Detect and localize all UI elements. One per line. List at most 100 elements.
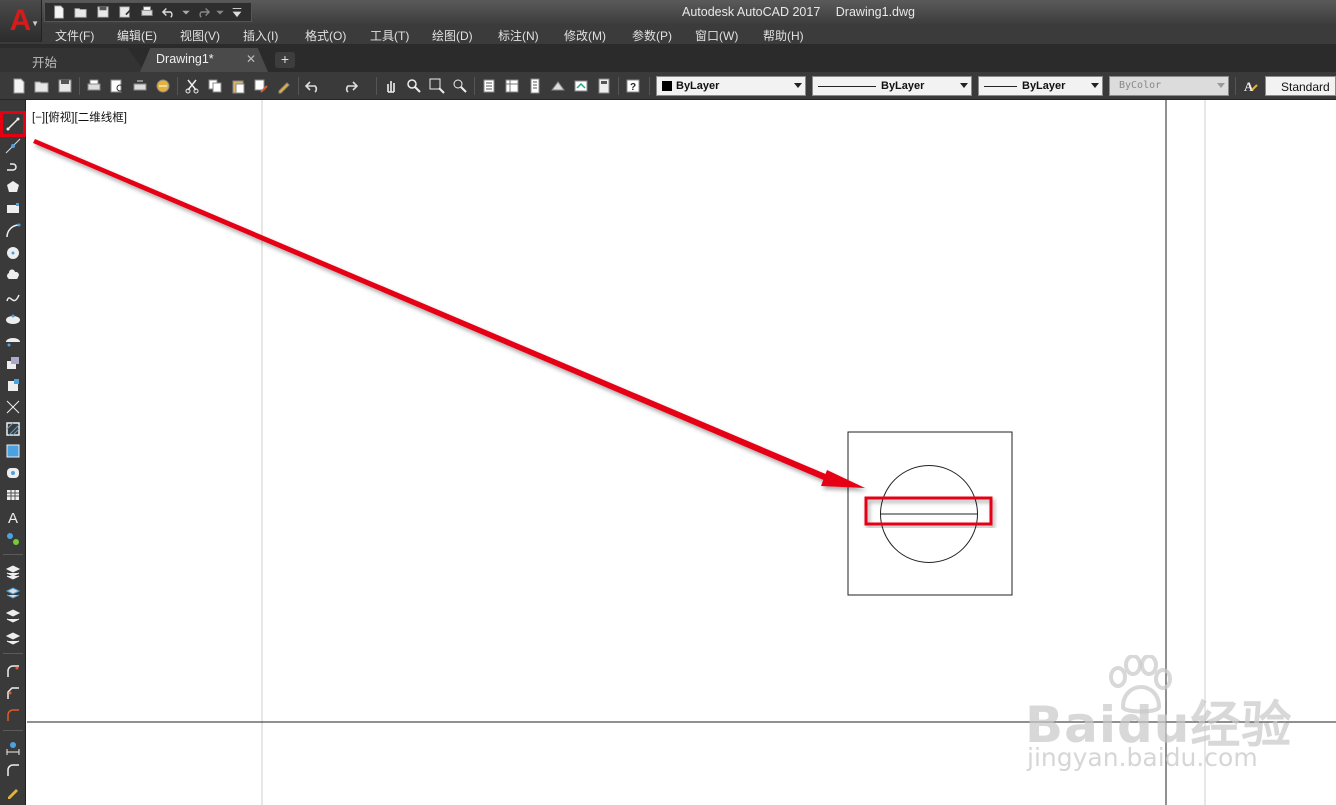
menu-parametric[interactable]: 参数(P)	[632, 27, 672, 44]
menu-insert[interactable]: 插入(I)	[243, 27, 278, 44]
layer-isolate-icon[interactable]	[3, 628, 23, 648]
cut-icon[interactable]	[182, 76, 202, 96]
arc-icon[interactable]	[3, 221, 23, 241]
ellipse-arc-icon[interactable]	[3, 331, 23, 351]
ellipse-icon[interactable]	[3, 309, 23, 329]
menu-draw[interactable]: 绘图(D)	[432, 27, 473, 44]
insert-block-icon[interactable]	[3, 353, 23, 373]
tab-start[interactable]: 开始	[0, 48, 145, 72]
color-control-select[interactable]: ByLayer	[656, 76, 806, 96]
chevron-down-icon	[794, 83, 802, 88]
menu-dimension[interactable]: 标注(N)	[498, 27, 539, 44]
redo-dropdown-icon[interactable]	[215, 3, 225, 21]
new-tab-button[interactable]: +	[275, 52, 295, 68]
paste-icon[interactable]	[228, 76, 248, 96]
chevron-down-icon	[960, 83, 968, 88]
region-icon[interactable]	[3, 463, 23, 483]
undo-icon[interactable]	[159, 3, 179, 21]
table-icon[interactable]	[3, 485, 23, 505]
polygon-icon[interactable]	[3, 177, 23, 197]
open-folder-icon[interactable]	[32, 76, 52, 96]
design-center-icon[interactable]	[502, 76, 522, 96]
svg-text:?: ?	[630, 82, 636, 93]
help-icon[interactable]: ?	[623, 76, 643, 96]
multiline-text-icon[interactable]: A	[3, 507, 23, 527]
linear-dimension-icon[interactable]	[3, 760, 23, 780]
save-icon[interactable]	[55, 76, 75, 96]
publish-icon[interactable]	[130, 76, 150, 96]
redo-icon[interactable]	[340, 76, 360, 96]
new-file-icon[interactable]	[9, 76, 29, 96]
construction-line-icon[interactable]	[3, 136, 23, 156]
dimension-style-icon[interactable]	[3, 738, 23, 758]
text-style-icon[interactable]: A	[1240, 76, 1260, 96]
make-block-icon[interactable]	[3, 375, 23, 395]
window-title: Autodesk AutoCAD 2017 Drawing1.dwg	[682, 5, 927, 19]
close-tab-icon[interactable]: ✕	[246, 52, 256, 66]
blend-curves-icon[interactable]	[3, 705, 23, 725]
undo-icon[interactable]	[303, 76, 323, 96]
chevron-down-icon	[1091, 83, 1099, 88]
markup-set-icon[interactable]	[571, 76, 591, 96]
match-properties-icon[interactable]	[251, 76, 271, 96]
point-icon[interactable]	[3, 397, 23, 417]
file-name: Drawing1.dwg	[835, 5, 915, 19]
redo-icon[interactable]	[193, 3, 213, 21]
save-as-icon[interactable]	[115, 3, 135, 21]
save-icon[interactable]	[93, 3, 113, 21]
add-selected-icon[interactable]	[3, 529, 23, 549]
hatch-icon[interactable]	[3, 419, 23, 439]
3d-dwf-icon[interactable]	[153, 76, 173, 96]
quickcalc-icon[interactable]	[594, 76, 614, 96]
rectangle-icon[interactable]	[3, 199, 23, 219]
menu-tools[interactable]: 工具(T)	[370, 27, 409, 44]
menu-modify[interactable]: 修改(M)	[564, 27, 606, 44]
layer-state-icon[interactable]	[3, 584, 23, 604]
undo-dropdown-icon[interactable]	[181, 3, 191, 21]
circle-icon[interactable]	[3, 243, 23, 263]
standard-toolbar: ? ByLayer ByLayer ByLayer ByColor A Stan…	[0, 72, 1336, 100]
pan-hand-icon[interactable]	[381, 76, 401, 96]
gradient-icon[interactable]	[3, 441, 23, 461]
tab-drawing1[interactable]: Drawing1* ✕	[140, 48, 268, 72]
block-editor-icon[interactable]	[274, 76, 294, 96]
new-file-icon[interactable]	[49, 3, 69, 21]
baidu-watermark: Baidu经验 jingyan.baidu.com	[1025, 655, 1291, 775]
chamfer-icon[interactable]	[3, 683, 23, 703]
lineweight-control-select[interactable]: ByLayer	[978, 76, 1103, 96]
fillet-icon[interactable]	[3, 661, 23, 681]
copy-icon[interactable]	[205, 76, 225, 96]
open-folder-icon[interactable]	[71, 3, 91, 21]
spline-icon[interactable]	[3, 287, 23, 307]
application-menu-button[interactable]: A ▼	[0, 0, 42, 42]
menu-file[interactable]: 文件(F)	[55, 27, 94, 44]
plot-preview-icon[interactable]	[107, 76, 127, 96]
menu-view[interactable]: 视图(V)	[180, 27, 220, 44]
plot-icon[interactable]	[84, 76, 104, 96]
svg-text:A: A	[1244, 79, 1254, 94]
polyline-icon[interactable]	[3, 156, 23, 176]
print-icon[interactable]	[137, 3, 157, 21]
zoom-window-icon[interactable]	[427, 76, 447, 96]
text-style-select[interactable]: Standard	[1265, 76, 1336, 96]
sheet-set-icon[interactable]	[548, 76, 568, 96]
lineweight-value: ByLayer	[1022, 80, 1066, 92]
dim-edit-icon[interactable]	[3, 782, 23, 802]
properties-icon[interactable]	[479, 76, 499, 96]
file-tab-bar: 开始 Drawing1* ✕	[0, 45, 1336, 72]
zoom-previous-icon[interactable]	[450, 76, 470, 96]
menu-help[interactable]: 帮助(H)	[763, 27, 804, 44]
line-tool-button[interactable]	[0, 111, 26, 137]
highlight-box	[864, 496, 993, 526]
tool-palettes-icon[interactable]	[525, 76, 545, 96]
menu-edit[interactable]: 编辑(E)	[117, 27, 157, 44]
linetype-control-select[interactable]: ByLayer	[812, 76, 972, 96]
viewport-controls-label[interactable]: [−][俯视][二维线框]	[32, 109, 127, 125]
revision-cloud-icon[interactable]	[3, 265, 23, 285]
layer-previous-icon[interactable]	[3, 606, 23, 626]
menu-format[interactable]: 格式(O)	[305, 27, 346, 44]
zoom-realtime-icon[interactable]	[404, 76, 424, 96]
customize-qat-icon[interactable]	[227, 3, 247, 21]
layer-properties-icon[interactable]	[3, 562, 23, 582]
menu-window[interactable]: 窗口(W)	[695, 27, 738, 44]
